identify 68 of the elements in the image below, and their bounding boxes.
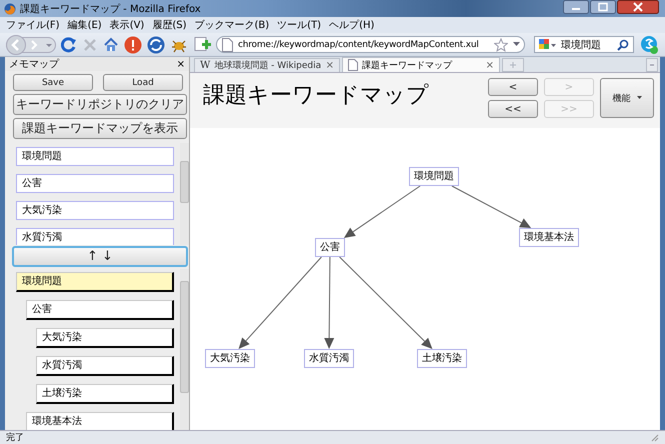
- move-button[interactable]: ↑ ↓: [12, 246, 188, 267]
- keyword-field[interactable]: 大気汚染: [16, 201, 174, 220]
- tab-close-button[interactable]: ×: [486, 60, 494, 70]
- keyword-field[interactable]: 環境問題: [16, 147, 174, 166]
- browser-tab[interactable]: W 地球環境問題 - Wikipedia ×: [194, 58, 340, 72]
- search-field[interactable]: 環境問題: [534, 36, 634, 53]
- menu-item[interactable]: ファイル(F): [6, 18, 60, 32]
- address-bar[interactable]: chrome://keywordmap/content/keywordMapContent.xul: [216, 36, 525, 53]
- map-node[interactable]: 公害: [315, 238, 345, 257]
- sidebar-button[interactable]: Load: [103, 74, 183, 91]
- tree-item[interactable]: 環境問題: [16, 272, 174, 292]
- menu-item[interactable]: ブックマーク(B): [194, 18, 270, 32]
- dropdown-icon[interactable]: [513, 42, 520, 47]
- close-button[interactable]: [617, 0, 659, 14]
- page-icon: [221, 38, 233, 52]
- tree-item[interactable]: 大気汚染: [36, 328, 174, 348]
- tab-label: 課題キーワードマップ: [362, 59, 454, 72]
- tab-label: 地球環境問題 - Wikipedia: [214, 60, 322, 72]
- search-text: 環境問題: [561, 38, 602, 52]
- menu-item[interactable]: ツール(T): [277, 18, 322, 32]
- tree-item[interactable]: 土壌汚染: [36, 384, 174, 404]
- minimize-button[interactable]: [563, 0, 589, 14]
- window-title: 課題キーワードマップ - Mozilla Firefox: [20, 2, 202, 16]
- reload-icon[interactable]: [61, 36, 77, 52]
- tab-list-button[interactable]: [646, 58, 658, 72]
- map-node[interactable]: 大気汚染: [205, 349, 255, 368]
- map-node[interactable]: 環境問題: [409, 167, 459, 186]
- dropdown-icon: [636, 96, 642, 100]
- browser-tab[interactable]: 課題キーワードマップ ×: [342, 57, 500, 72]
- map-node[interactable]: 土壌汚染: [417, 349, 467, 368]
- keyword-field[interactable]: 公害: [16, 174, 174, 193]
- alert-icon[interactable]: [124, 36, 142, 54]
- scrollbar[interactable]: [180, 269, 189, 430]
- menu-item[interactable]: 履歴(S): [152, 18, 186, 32]
- search-engine-icon[interactable]: [539, 38, 557, 52]
- clear-button[interactable]: キーワードリポジトリのクリア: [13, 94, 187, 115]
- browser-icon: [4, 2, 16, 14]
- home-icon[interactable]: [103, 36, 119, 52]
- map-node[interactable]: 環境基本法: [519, 228, 579, 247]
- tree-item[interactable]: 水質汚濁: [36, 356, 174, 376]
- sidebar-title: メモマップ: [9, 58, 59, 71]
- sidebar-button[interactable]: Save: [13, 74, 93, 91]
- add-page-icon[interactable]: [193, 36, 211, 54]
- tab-close-button[interactable]: ×: [326, 60, 334, 71]
- tree-item[interactable]: 公害: [26, 300, 174, 320]
- menu-item[interactable]: ヘルプ(H): [329, 18, 374, 32]
- chat-icon[interactable]: [639, 34, 659, 54]
- wikipedia-icon: W: [200, 60, 210, 71]
- star-icon[interactable]: [494, 38, 508, 52]
- sync-icon[interactable]: [147, 36, 165, 54]
- tree-item[interactable]: 環境基本法: [26, 412, 174, 430]
- function-menu-button[interactable]: 機能: [600, 78, 654, 118]
- nav-button[interactable]: <: [488, 78, 538, 96]
- close-button[interactable]: ×: [176, 58, 185, 70]
- resize-grip-icon: [651, 434, 659, 442]
- show-map-button[interactable]: 課題キーワードマップを表示: [13, 118, 187, 139]
- map-title: 課題キーワードマップ: [202, 82, 430, 110]
- menu-item[interactable]: 編集(E): [68, 18, 102, 32]
- map-node[interactable]: 水質汚濁: [304, 349, 354, 368]
- status-text: 完了: [6, 432, 24, 444]
- keyword-field[interactable]: 水質汚濁: [16, 228, 174, 245]
- url-text: chrome://keywordmap/content/keywordMapContent.xul: [238, 40, 480, 50]
- nav-button[interactable]: <<: [488, 100, 538, 118]
- menu-item[interactable]: 表示(V): [110, 18, 144, 32]
- search-icon[interactable]: [617, 38, 629, 50]
- maximize-button[interactable]: [590, 0, 616, 14]
- scrollbar[interactable]: [180, 143, 189, 245]
- page-icon: [348, 59, 358, 71]
